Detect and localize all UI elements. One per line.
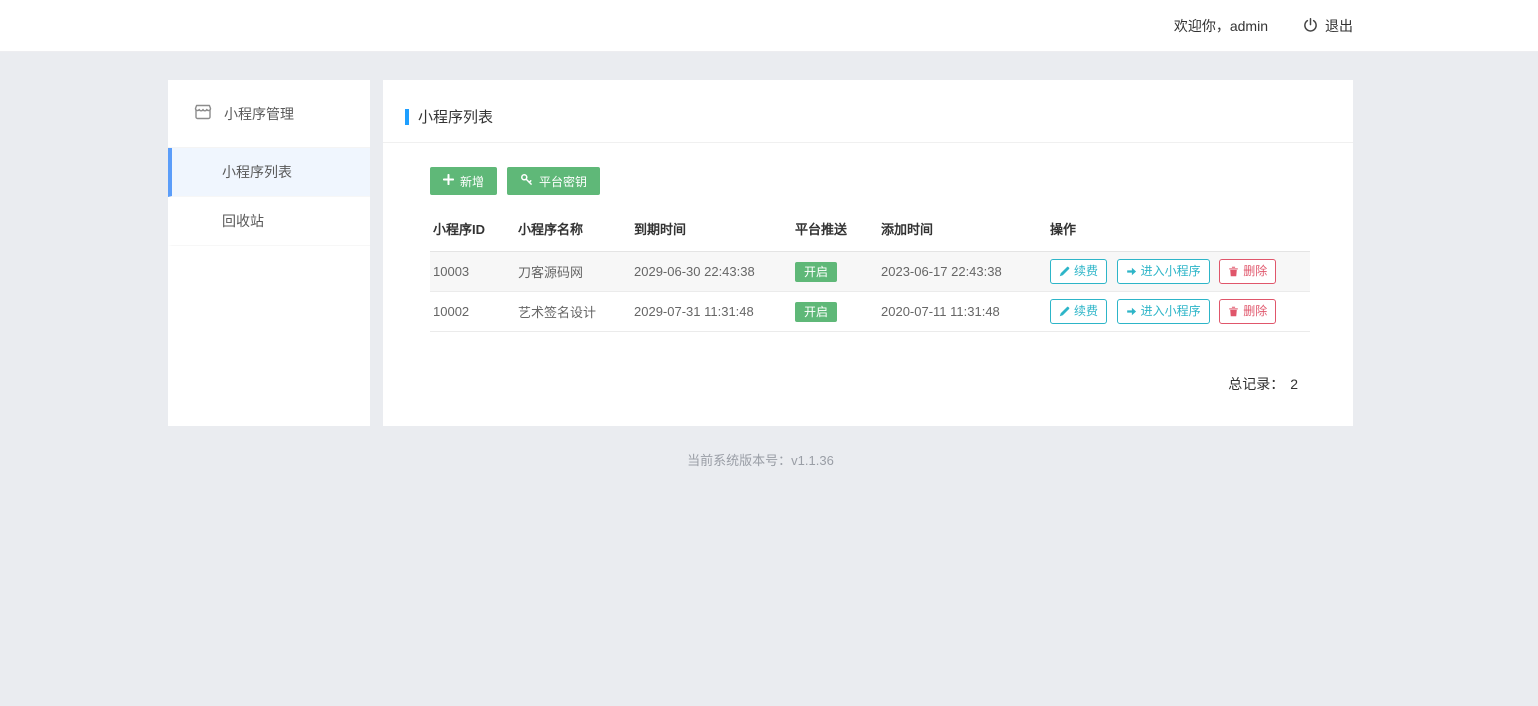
sidebar-item-label: 回收站 xyxy=(222,211,264,231)
delete-button[interactable]: 删除 xyxy=(1219,259,1276,284)
enter-label: 进入小程序 xyxy=(1141,263,1201,280)
plus-icon xyxy=(443,174,454,188)
main-panel: 小程序列表 新增 xyxy=(383,80,1353,426)
arrow-right-icon xyxy=(1126,266,1137,277)
cell-id: 10002 xyxy=(430,292,515,332)
sidebar: 小程序管理 小程序列表 回收站 xyxy=(168,80,370,426)
column-header-push: 平台推送 xyxy=(792,213,878,252)
renew-label: 续费 xyxy=(1074,263,1098,280)
cell-expire: 2029-07-31 11:31:48 xyxy=(631,292,792,332)
column-header-name: 小程序名称 xyxy=(515,213,631,252)
add-button-label: 新增 xyxy=(460,173,484,190)
sidebar-item-miniprogram-management[interactable]: 小程序管理 xyxy=(168,80,370,148)
total-records-label: 总记录： xyxy=(1228,376,1284,392)
cell-added: 2023-06-17 22:43:38 xyxy=(878,252,1047,292)
cell-expire: 2029-06-30 22:43:38 xyxy=(631,252,792,292)
status-badge: 开启 xyxy=(795,262,837,282)
renew-label: 续费 xyxy=(1074,303,1098,320)
sidebar-parent-label: 小程序管理 xyxy=(224,104,294,124)
logout-button[interactable]: 退出 xyxy=(1302,16,1353,36)
pencil-icon xyxy=(1059,306,1070,317)
sidebar-item-recycle-bin[interactable]: 回收站 xyxy=(168,197,370,246)
welcome-text: 欢迎你，admin xyxy=(1174,16,1268,36)
cell-name: 刀客源码网 xyxy=(515,252,631,292)
total-records-value: 2 xyxy=(1290,376,1298,392)
add-button[interactable]: 新增 xyxy=(430,167,497,195)
column-header-id: 小程序ID xyxy=(430,213,515,252)
page-title: 小程序列表 xyxy=(418,106,493,127)
sidebar-item-miniprogram-list[interactable]: 小程序列表 xyxy=(168,148,370,197)
delete-label: 删除 xyxy=(1243,303,1267,320)
column-header-added: 添加时间 xyxy=(878,213,1047,252)
arrow-right-icon xyxy=(1126,306,1137,317)
power-icon xyxy=(1302,17,1319,34)
cell-name: 艺术签名设计 xyxy=(515,292,631,332)
pencil-icon xyxy=(1059,266,1070,277)
cell-id: 10003 xyxy=(430,252,515,292)
version-footer: 当前系统版本号：v1.1.36 xyxy=(168,450,1353,469)
topbar: 欢迎你，admin 退出 xyxy=(0,0,1538,52)
cell-added: 2020-07-11 11:31:48 xyxy=(878,292,1047,332)
delete-label: 删除 xyxy=(1243,263,1267,280)
delete-button[interactable]: 删除 xyxy=(1219,299,1276,324)
miniprogram-shop-icon xyxy=(193,102,213,125)
enter-label: 进入小程序 xyxy=(1141,303,1201,320)
logout-label: 退出 xyxy=(1325,16,1353,36)
toolbar: 新增 平台密钥 xyxy=(430,167,1310,195)
panel-header: 小程序列表 xyxy=(383,80,1353,143)
key-icon xyxy=(520,173,533,189)
total-records: 总记录： 2 xyxy=(430,374,1310,394)
trash-icon xyxy=(1228,266,1239,277)
status-badge: 开启 xyxy=(795,302,837,322)
trash-icon xyxy=(1228,306,1239,317)
enter-miniprogram-button[interactable]: 进入小程序 xyxy=(1117,299,1210,324)
renew-button[interactable]: 续费 xyxy=(1050,299,1107,324)
sidebar-item-label: 小程序列表 xyxy=(222,162,292,182)
platform-key-button-label: 平台密钥 xyxy=(539,173,587,190)
title-accent-bar xyxy=(405,109,409,125)
column-header-expire: 到期时间 xyxy=(631,213,792,252)
table-row: 10003 刀客源码网 2029-06-30 22:43:38 开启 2023-… xyxy=(430,252,1310,292)
renew-button[interactable]: 续费 xyxy=(1050,259,1107,284)
platform-key-button[interactable]: 平台密钥 xyxy=(507,167,600,195)
column-header-actions: 操作 xyxy=(1047,213,1310,252)
miniprogram-table: 小程序ID 小程序名称 到期时间 平台推送 添加时间 操作 10003 刀客源码… xyxy=(430,213,1310,332)
enter-miniprogram-button[interactable]: 进入小程序 xyxy=(1117,259,1210,284)
table-row: 10002 艺术签名设计 2029-07-31 11:31:48 开启 2020… xyxy=(430,292,1310,332)
